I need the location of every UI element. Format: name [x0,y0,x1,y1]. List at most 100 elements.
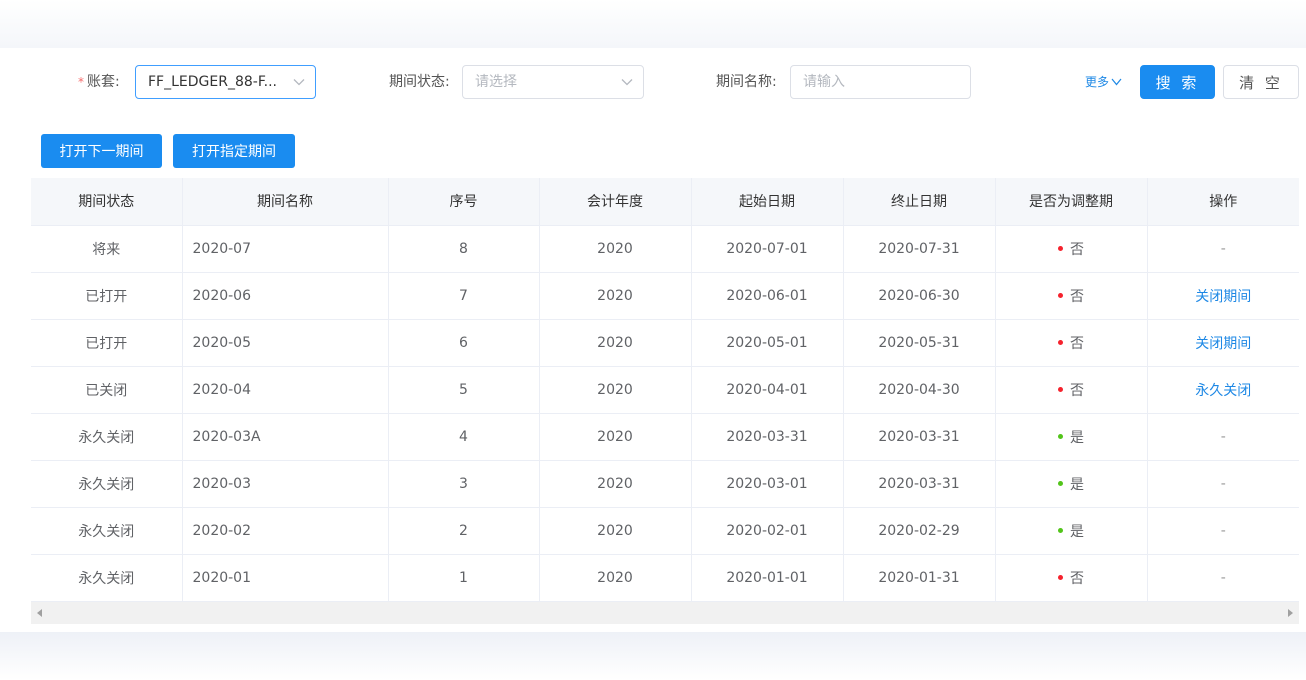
period-name-label: 期间名称: [716,74,777,90]
periods-table: 期间状态 期间名称 序号 会计年度 起始日期 终止日期 是否为调整期 操作 将来… [31,178,1299,602]
status-dot [1058,387,1063,392]
cell-start: 2020-02-01 [691,507,844,555]
adjust-value: 否 [1070,570,1084,587]
chevron-down-icon [621,66,633,98]
column-header[interactable]: 期间状态 [31,178,183,226]
cell-adjust: 是 [995,507,1148,555]
table-row[interactable]: 永久关闭 2020-03 3 2020 2020-03-01 2020-03-31 是 - [31,460,1299,508]
no-action: - [1220,240,1226,257]
status-dot [1058,481,1063,486]
cell-end: 2020-03-31 [843,460,996,508]
cell-op: - [1147,507,1299,555]
column-header[interactable]: 是否为调整期 [995,178,1148,226]
row-action-link[interactable]: 永久关闭 [1195,383,1251,399]
table-body: 将来 2020-07 8 2020 2020-07-01 2020-07-31 否 - 已打开 2… [31,225,1299,602]
cell-status: 已打开 [31,319,183,367]
adjust-value: 否 [1070,382,1084,399]
table-row[interactable]: 已关闭 2020-04 5 2020 2020-04-01 2020-04-30 否 永久关闭 [31,366,1299,414]
adjust-value: 是 [1070,476,1084,493]
column-header[interactable]: 起始日期 [691,178,844,226]
column-header[interactable]: 会计年度 [539,178,692,226]
cell-op: - [1147,225,1299,273]
ledger-label-text: 账套: [87,74,120,90]
cell-status: 永久关闭 [31,413,183,461]
table-row[interactable]: 已打开 2020-06 7 2020 2020-06-01 2020-06-30 否 关闭期间 [31,272,1299,320]
cell-op: 关闭期间 [1147,272,1299,320]
cell-adjust: 是 [995,413,1148,461]
cell-start: 2020-03-31 [691,413,844,461]
cell-seq: 4 [388,413,540,461]
cell-op: - [1147,554,1299,602]
cell-end: 2020-01-31 [843,554,996,602]
cell-end: 2020-05-31 [843,319,996,367]
cell-name: 2020-04 [182,366,389,414]
cell-status: 永久关闭 [31,460,183,508]
cell-year: 2020 [539,507,692,555]
cell-adjust: 否 [995,319,1148,367]
required-marker: * [78,75,84,89]
cell-seq: 6 [388,319,540,367]
caret-left-icon[interactable] [31,602,49,624]
cell-seq: 7 [388,272,540,320]
cell-name: 2020-03A [182,413,389,461]
cell-seq: 1 [388,554,540,602]
main-panel: * 账套: FF_LEDGER_88-F... 期间状态: 请选择 期间名称: 请… [0,48,1306,632]
column-header[interactable]: 终止日期 [843,178,996,226]
caret-right-icon[interactable] [1281,602,1299,624]
column-header[interactable]: 操作 [1147,178,1299,226]
column-header[interactable]: 序号 [388,178,540,226]
cell-status: 永久关闭 [31,507,183,555]
cell-status: 已关闭 [31,366,183,414]
cell-status: 永久关闭 [31,554,183,602]
cell-start: 2020-07-01 [691,225,844,273]
cell-start: 2020-04-01 [691,366,844,414]
cell-year: 2020 [539,319,692,367]
adjust-value: 否 [1070,288,1084,305]
search-button[interactable]: 搜 索 [1140,65,1215,99]
no-action: - [1220,569,1226,586]
ledger-select[interactable]: FF_LEDGER_88-F... [135,65,316,99]
cell-status: 已打开 [31,272,183,320]
adjust-value: 否 [1070,241,1084,258]
status-dot [1058,293,1063,298]
cell-start: 2020-05-01 [691,319,844,367]
row-action-link[interactable]: 关闭期间 [1195,336,1251,352]
table-row[interactable]: 已打开 2020-05 6 2020 2020-05-01 2020-05-31 否 关闭期间 [31,319,1299,367]
horizontal-scrollbar[interactable] [31,602,1299,624]
cell-end: 2020-07-31 [843,225,996,273]
cell-adjust: 否 [995,225,1148,273]
cell-start: 2020-01-01 [691,554,844,602]
open-next-period-button[interactable]: 打开下一期间 [41,134,162,168]
table-row[interactable]: 永久关闭 2020-02 2 2020 2020-02-01 2020-02-29 是 - [31,507,1299,555]
page-background-bottom [0,632,1306,680]
table-row[interactable]: 永久关闭 2020-03A 4 2020 2020-03-31 2020-03-31 是 - [31,413,1299,461]
status-dot [1058,528,1063,533]
cell-year: 2020 [539,554,692,602]
open-specified-period-button[interactable]: 打开指定期间 [173,134,295,168]
no-action: - [1220,475,1226,492]
more-filters-link[interactable]: 更多 [1085,65,1122,99]
cell-end: 2020-03-31 [843,413,996,461]
cell-adjust: 否 [995,554,1148,602]
cell-name: 2020-01 [182,554,389,602]
adjust-value: 是 [1070,523,1084,540]
clear-button[interactable]: 清 空 [1223,65,1299,99]
no-action: - [1220,522,1226,539]
cell-seq: 5 [388,366,540,414]
table-row[interactable]: 永久关闭 2020-01 1 2020 2020-01-01 2020-01-31 否 - [31,554,1299,602]
cell-op: 永久关闭 [1147,366,1299,414]
cell-status: 将来 [31,225,183,273]
cell-name: 2020-05 [182,319,389,367]
period-status-placeholder: 请选择 [475,74,517,90]
column-header[interactable]: 期间名称 [182,178,389,226]
period-status-select[interactable]: 请选择 [462,65,644,99]
cell-year: 2020 [539,225,692,273]
cell-adjust: 否 [995,272,1148,320]
ledger-label: * 账套: [78,65,120,99]
period-name-input[interactable]: 请输入 [790,65,971,99]
ledger-select-value: FF_LEDGER_88-F... [148,74,277,90]
more-filters-label: 更多 [1085,75,1110,89]
table-row[interactable]: 将来 2020-07 8 2020 2020-07-01 2020-07-31 否 - [31,225,1299,273]
table-header-row: 期间状态 期间名称 序号 会计年度 起始日期 终止日期 是否为调整期 操作 [31,178,1299,226]
row-action-link[interactable]: 关闭期间 [1195,289,1251,305]
